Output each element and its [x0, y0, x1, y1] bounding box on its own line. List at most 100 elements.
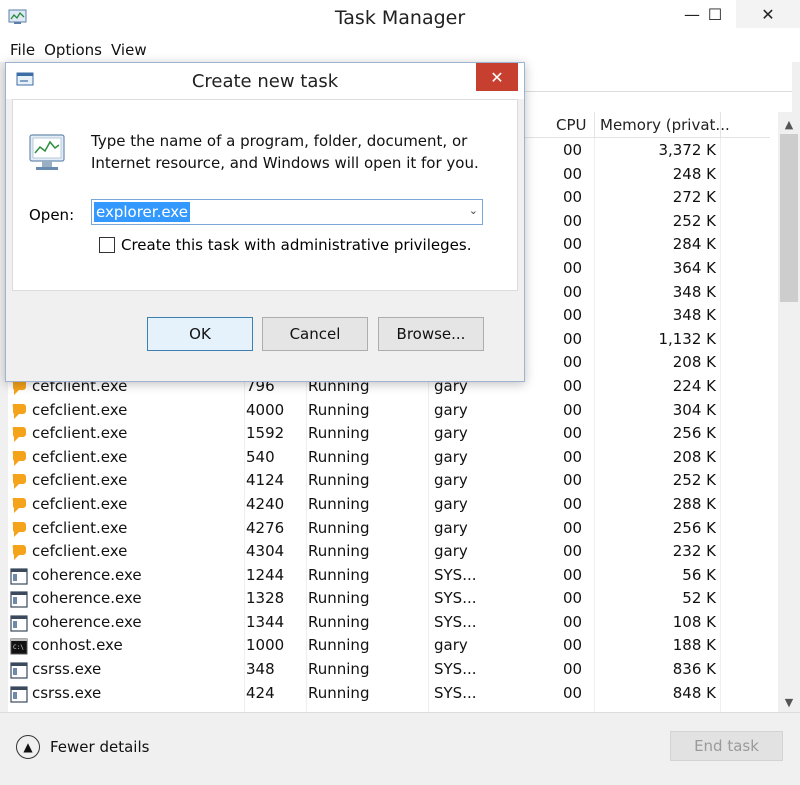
scroll-down-icon[interactable]: ▼ [778, 692, 800, 712]
process-pid: 4000 [246, 400, 285, 419]
admin-privileges-row[interactable]: Create this task with administrative pri… [99, 236, 471, 254]
process-pid: 1000 [246, 636, 285, 655]
process-status: Running [308, 589, 370, 608]
process-memory: 1,132 K [658, 329, 716, 348]
open-combobox[interactable]: explorer.exe ⌄ [91, 199, 483, 225]
table-row[interactable]: cefclient.exe 4124 Running gary 00 252 K [8, 469, 770, 493]
browse-button[interactable]: Browse... [378, 317, 484, 351]
process-memory: 272 K [672, 188, 716, 207]
process-cpu: 00 [563, 636, 583, 655]
table-row[interactable]: cefclient.exe 4240 Running gary 00 288 K [8, 493, 770, 517]
process-memory: 836 K [672, 660, 716, 679]
close-button[interactable]: ✕ [736, 0, 800, 28]
table-row[interactable]: cefclient.exe 4304 Running gary 00 232 K [8, 540, 770, 564]
table-row[interactable]: C:\ conhost.exe 1000 Running gary 00 188 K [8, 634, 770, 658]
process-memory: 3,372 K [658, 141, 716, 159]
chevron-up-icon: ▲ [16, 735, 40, 759]
dialog-title: Create new task [191, 71, 339, 92]
process-user: gary [434, 518, 468, 537]
menu-options[interactable]: Options [44, 41, 102, 59]
process-name: conhost.exe [32, 636, 123, 655]
table-row[interactable]: coherence.exe 1328 Running SYS... 00 52 K [8, 587, 770, 611]
process-status: Running [308, 400, 370, 419]
cefclient-icon [12, 403, 26, 419]
process-name: cefclient.exe [32, 471, 128, 490]
column-header-memory[interactable]: Memory (privat... [600, 116, 730, 134]
process-status: Running [308, 424, 370, 443]
process-pid: 1328 [246, 589, 285, 608]
process-user: gary [434, 400, 468, 419]
cefclient-icon [12, 521, 26, 537]
process-memory: 232 K [672, 542, 716, 561]
process-cpu: 00 [563, 542, 583, 561]
application-icon [10, 615, 28, 632]
process-memory: 108 K [672, 612, 716, 631]
scroll-thumb[interactable] [780, 134, 798, 302]
dialog-description: Type the name of a program, folder, docu… [91, 132, 479, 172]
process-name: cefclient.exe [32, 447, 128, 466]
menu-file[interactable]: File [10, 41, 35, 59]
table-row[interactable]: cefclient.exe 1592 Running gary 00 256 K [8, 422, 770, 446]
open-input-value[interactable]: explorer.exe [94, 202, 190, 222]
process-memory: 188 K [672, 636, 716, 655]
dialog-body: Type the name of a program, folder, docu… [12, 99, 518, 291]
cefclient-icon [12, 427, 26, 443]
admin-privileges-label[interactable]: Create this task with administrative pri… [121, 236, 471, 254]
process-cpu: 00 [563, 494, 583, 513]
process-cpu: 00 [563, 518, 583, 537]
admin-privileges-checkbox[interactable] [99, 237, 115, 253]
cancel-button[interactable]: Cancel [262, 317, 368, 351]
header-divider[interactable] [594, 112, 595, 138]
process-name: csrss.exe [32, 660, 102, 679]
fewer-details-button[interactable]: ▲ Fewer details [16, 735, 149, 759]
process-user: SYS... [434, 589, 477, 608]
process-cpu: 00 [563, 188, 583, 207]
table-row[interactable]: csrss.exe 348 Running SYS... 00 836 K [8, 658, 770, 682]
column-header-cpu[interactable]: CPU [556, 116, 587, 134]
dialog-title-bar: Create new task ✕ [6, 63, 524, 99]
svg-text:C:\: C:\ [13, 644, 24, 651]
menu-view[interactable]: View [111, 41, 147, 59]
process-cpu: 00 [563, 329, 583, 348]
ok-button[interactable]: OK [147, 317, 253, 351]
scroll-up-icon[interactable]: ▲ [778, 114, 800, 134]
process-cpu: 00 [563, 141, 583, 159]
process-memory: 304 K [672, 400, 716, 419]
process-status: Running [308, 636, 370, 655]
process-name: coherence.exe [32, 612, 142, 631]
process-status: Running [308, 660, 370, 679]
process-memory: 208 K [672, 353, 716, 372]
process-user: gary [434, 636, 468, 655]
application-icon [10, 591, 28, 608]
dialog-close-button[interactable]: ✕ [476, 63, 518, 91]
process-name: cefclient.exe [32, 424, 128, 443]
vertical-scrollbar[interactable]: ▲ ▼ [778, 112, 800, 712]
process-pid: 1344 [246, 612, 285, 631]
table-row[interactable]: cefclient.exe 540 Running gary 00 208 K [8, 446, 770, 470]
maximize-button[interactable]: ☐ [695, 0, 735, 28]
table-row[interactable]: cefclient.exe 4276 Running gary 00 256 K [8, 517, 770, 541]
application-icon [10, 686, 28, 703]
process-memory: 248 K [672, 164, 716, 183]
process-status: Running [308, 565, 370, 584]
process-memory: 348 K [672, 282, 716, 301]
table-row[interactable]: coherence.exe 1244 Running SYS... 00 56 K [8, 564, 770, 588]
table-row[interactable]: cefclient.exe 4000 Running gary 00 304 K [8, 399, 770, 423]
chevron-down-icon[interactable]: ⌄ [469, 204, 478, 217]
process-user: gary [434, 424, 468, 443]
process-cpu: 00 [563, 683, 583, 702]
process-name: cefclient.exe [32, 494, 128, 513]
process-cpu: 00 [563, 400, 583, 419]
process-pid: 348 [246, 660, 275, 679]
process-memory: 52 K [682, 589, 716, 608]
create-task-dialog: Create new task ✕ Type the name of a pro… [5, 62, 525, 382]
process-memory: 288 K [672, 494, 716, 513]
process-user: SYS... [434, 612, 477, 631]
end-task-button[interactable]: End task [670, 731, 783, 761]
table-row[interactable]: coherence.exe 1344 Running SYS... 00 108 K [8, 611, 770, 635]
header-divider[interactable] [720, 112, 721, 138]
process-name: coherence.exe [32, 565, 142, 584]
table-row[interactable]: csrss.exe 424 Running SYS... 00 848 K [8, 682, 770, 706]
process-pid: 540 [246, 447, 275, 466]
process-pid: 4240 [246, 494, 285, 513]
